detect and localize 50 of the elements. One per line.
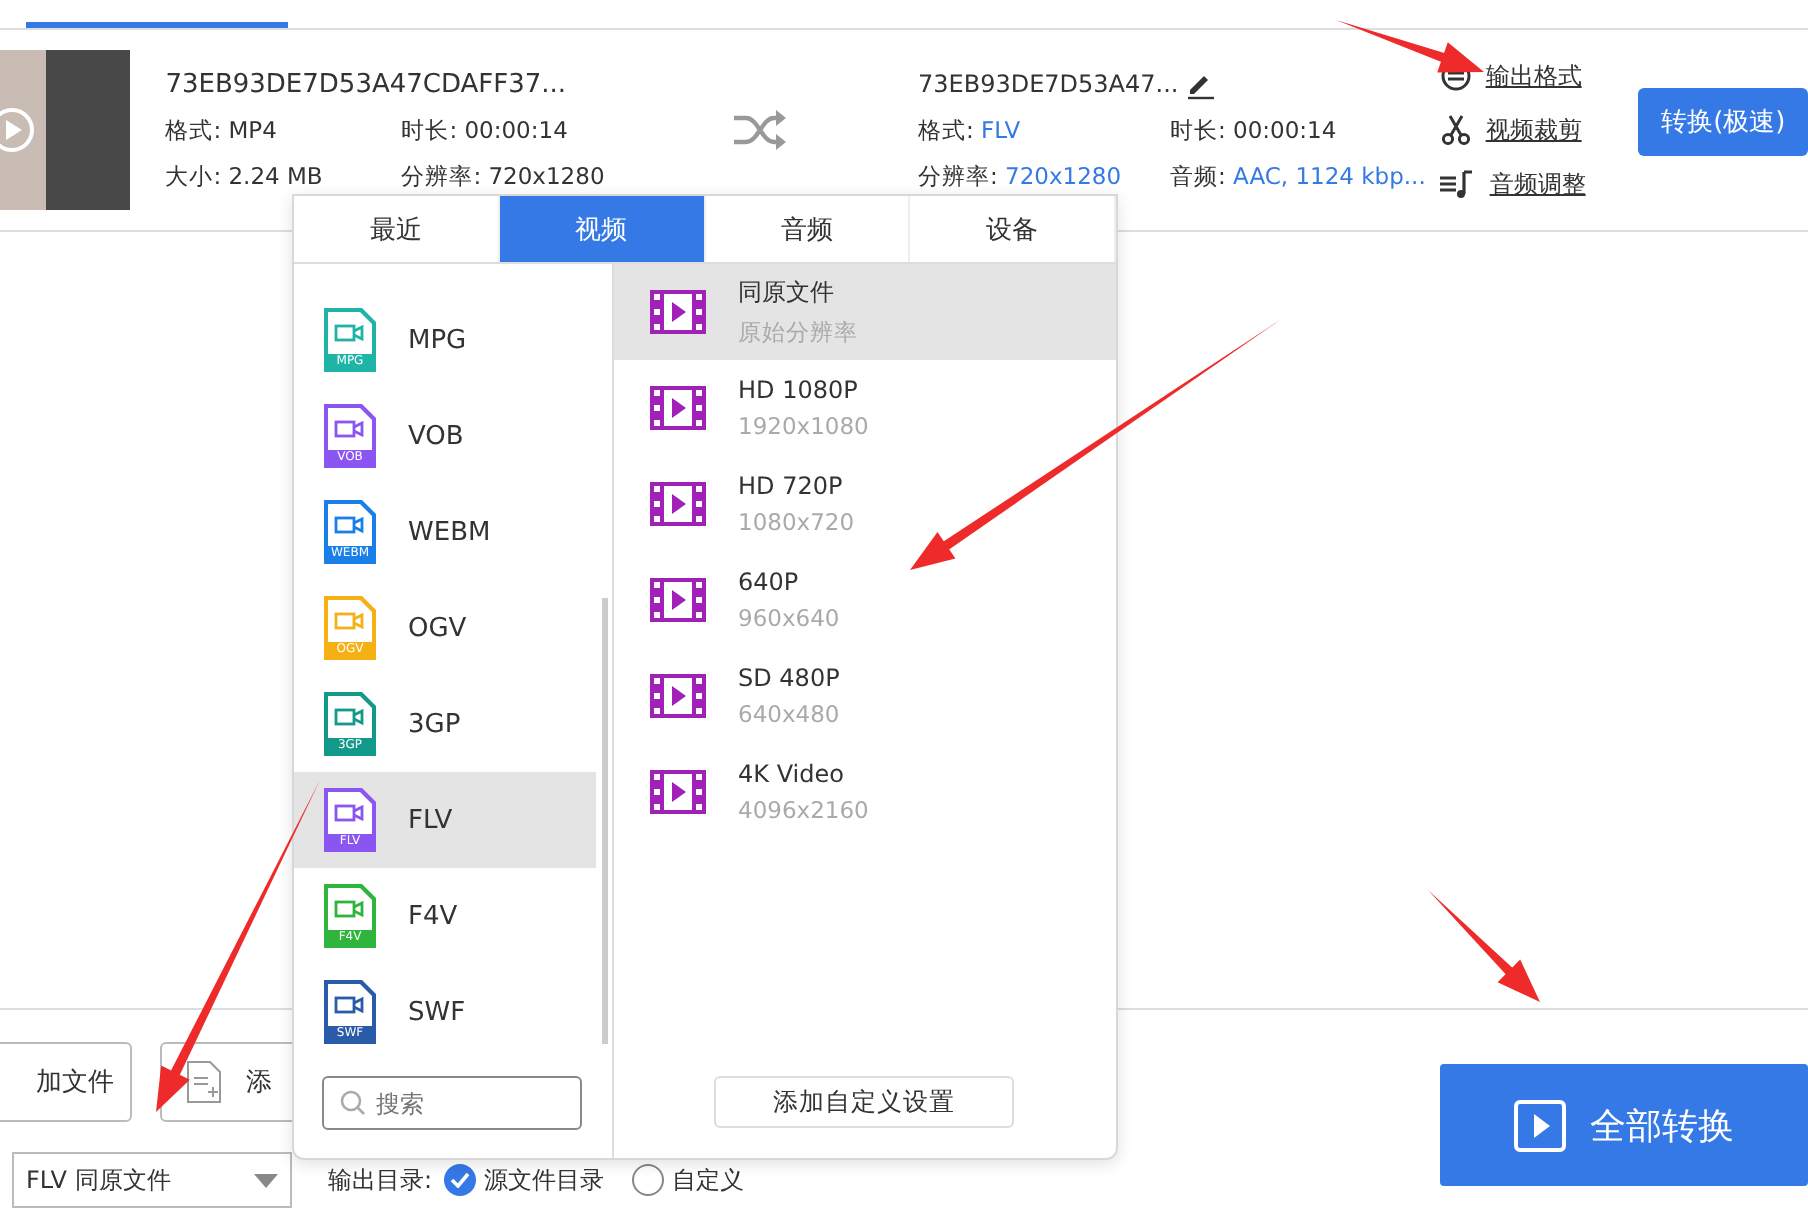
output-format-dropdown[interactable]: FLV 同原文件 [12, 1152, 292, 1208]
preset-item[interactable]: 同原文件 原始分辨率 [614, 264, 1116, 360]
file-property: 大小: 2.24 MB [165, 161, 325, 191]
category-tab[interactable]: 最近 [294, 196, 500, 262]
audio-icon [1439, 168, 1476, 200]
file-property: 音频: AAC, 1124 kbp... [1169, 162, 1428, 192]
file-property: 分辨率: 720x1280 [401, 161, 607, 191]
caret-icon [254, 1173, 278, 1187]
film-icon [650, 386, 706, 430]
file-name: 73EB93DE7D53A47... [917, 70, 1179, 98]
shuffle-icon [732, 110, 789, 150]
convert-all-button[interactable]: 全部转换 [1440, 1064, 1808, 1186]
film-icon [650, 290, 706, 334]
film-icon [650, 770, 706, 814]
action-link[interactable]: 输出格式 [1485, 59, 1582, 93]
file-property: 格式: MP4 [165, 115, 279, 145]
output-directory-label: 输出目录: [328, 1163, 433, 1197]
preset-item[interactable]: HD 1080P 1920x1080 [614, 360, 1116, 456]
radio-button[interactable] [632, 1164, 665, 1196]
file-name: 73EB93DE7D53A47CDAFF37... [165, 69, 569, 99]
preset-item[interactable]: 640P 960x640 [614, 552, 1116, 648]
file-property: 时长: 00:00:14 [1169, 116, 1339, 146]
file-property: 时长: 00:00:14 [401, 115, 570, 145]
file-property: 分辨率: 720x1280 [917, 162, 1124, 192]
category-tab[interactable]: 视频 [499, 196, 705, 262]
annotation-arrow [1428, 890, 1540, 1002]
document-icon [186, 1060, 222, 1104]
action-link[interactable]: 视频裁剪 [1485, 113, 1582, 147]
add-file-button[interactable]: 加文件 [0, 1042, 132, 1122]
preset-item[interactable]: 4K Video 4096x2160 [614, 744, 1116, 840]
action-link[interactable]: 音频调整 [1489, 167, 1586, 201]
film-icon [650, 578, 706, 622]
category-tab[interactable]: 设备 [910, 196, 1116, 262]
play-icon [0, 106, 36, 154]
preset-item[interactable]: HD 720P 1080x720 [614, 456, 1116, 552]
file-property: 格式: FLV [917, 116, 1023, 146]
search-field[interactable]: 搜索 [322, 1076, 582, 1130]
radio-label: 源文件目录 [484, 1163, 605, 1197]
category-tab[interactable]: 音频 [705, 196, 911, 262]
radio-button[interactable] [444, 1164, 477, 1196]
checkmark-icon [450, 1172, 471, 1188]
film-icon [650, 482, 706, 526]
search-icon [340, 1090, 366, 1116]
preset-item[interactable]: SD 480P 640x480 [614, 648, 1116, 744]
convert-button[interactable]: 转换(极速) [1638, 88, 1808, 156]
scissors-icon [1439, 114, 1472, 146]
film-icon [650, 674, 706, 718]
radio-label: 自定义 [672, 1163, 745, 1197]
play-icon [1514, 1099, 1566, 1151]
add-custom-button[interactable]: 添加自定义设置 [714, 1076, 1014, 1128]
